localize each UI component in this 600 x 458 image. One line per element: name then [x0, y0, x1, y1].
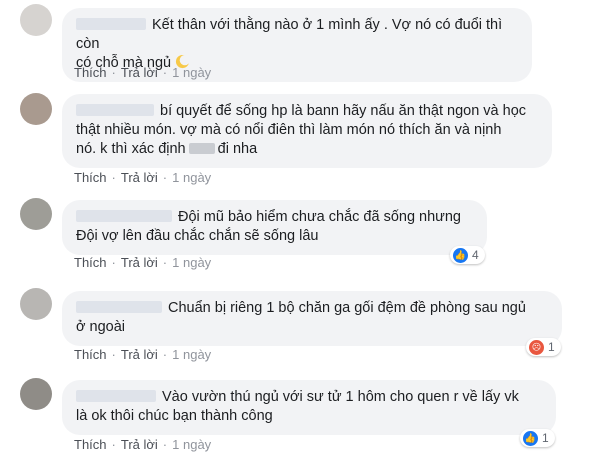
comment-actions: Thích · Trả lời · 1 ngày — [74, 437, 211, 452]
comment-time[interactable]: 1 ngày — [172, 255, 211, 270]
comment-time[interactable]: 1 ngày — [172, 65, 211, 80]
commenter-name[interactable] — [76, 301, 162, 313]
avatar[interactable] — [20, 4, 52, 36]
like-link[interactable]: Thích — [74, 437, 107, 452]
avatar[interactable] — [20, 93, 52, 125]
reaction-summary[interactable]: 👍 1 — [520, 429, 555, 447]
comment-actions: Thích · Trả lời · 1 ngày — [74, 65, 211, 80]
comment-text-line: đi nha — [217, 141, 258, 157]
comment-text-line: bí quyết để sống hp là bann hãy nấu ăn t… — [160, 103, 527, 119]
comment-time[interactable]: 1 ngày — [172, 437, 211, 452]
commenter-name[interactable] — [76, 104, 154, 116]
like-link[interactable]: Thích — [74, 170, 107, 185]
separator: · — [162, 437, 168, 452]
comment-bubble: Đội mũ bảo hiểm chưa chắc đã sống nhưng … — [62, 200, 487, 255]
comment-time[interactable]: 1 ngày — [172, 170, 211, 185]
like-link[interactable]: Thích — [74, 347, 107, 362]
reaction-count: 1 — [548, 340, 555, 354]
separator: · — [111, 437, 116, 452]
avatar[interactable] — [20, 378, 52, 410]
reaction-summary[interactable]: ☹ 1 — [526, 338, 561, 356]
reaction-count: 4 — [472, 248, 479, 262]
redacted-text — [188, 143, 215, 154]
reply-link[interactable]: Trả lời — [121, 170, 158, 185]
reply-link[interactable]: Trả lời — [121, 437, 158, 452]
comment-actions: Thích · Trả lời · 1 ngày — [74, 255, 211, 270]
comment-actions: Thích · Trả lời · 1 ngày — [74, 347, 211, 362]
reaction-summary[interactable]: 👍 4 — [450, 246, 485, 264]
comment-text-line: nó. k thì xác định — [76, 141, 186, 157]
reply-link[interactable]: Trả lời — [121, 65, 158, 80]
reply-link[interactable]: Trả lời — [121, 255, 158, 270]
comment-text-line: là ok thôi chúc bạn thành công — [76, 408, 273, 424]
commenter-name[interactable] — [76, 18, 146, 30]
separator: · — [162, 170, 168, 185]
separator: · — [111, 255, 116, 270]
commenter-name[interactable] — [76, 390, 156, 402]
separator: · — [162, 65, 168, 80]
comment-bubble: Vào vườn thú ngủ với sư tử 1 hôm cho que… — [62, 380, 556, 435]
like-icon: 👍 — [453, 247, 468, 263]
separator: · — [111, 65, 116, 80]
avatar[interactable] — [20, 198, 52, 230]
comment-time[interactable]: 1 ngày — [172, 347, 211, 362]
reaction-count: 1 — [542, 431, 549, 445]
comment-text-line: Đội mũ bảo hiểm chưa chắc đã sống nhưng — [178, 209, 461, 225]
comment-text-line: thật nhiều món. vợ mà có nổi điên thì là… — [76, 122, 502, 138]
like-link[interactable]: Thích — [74, 65, 107, 80]
angry-icon: ☹ — [529, 339, 544, 355]
avatar[interactable] — [20, 288, 52, 320]
separator: · — [111, 170, 116, 185]
separator: · — [111, 347, 116, 362]
separator: · — [162, 255, 168, 270]
commenter-name[interactable] — [76, 210, 172, 222]
comment-text-line: Chuẩn bị riêng 1 bộ chăn ga gối đệm đề p… — [168, 300, 526, 316]
like-icon: 👍 — [523, 430, 538, 446]
comment-text-line: ở ngoài — [76, 319, 126, 335]
comment-bubble: bí quyết để sống hp là bann hãy nấu ăn t… — [62, 94, 552, 168]
comment-text-line: Vào vườn thú ngủ với sư tử 1 hôm cho que… — [162, 389, 519, 405]
reply-link[interactable]: Trả lời — [121, 347, 158, 362]
comment-bubble: Chuẩn bị riêng 1 bộ chăn ga gối đệm đề p… — [62, 291, 562, 346]
comment-text-line: Đội vợ lên đầu chắc chắn sẽ sống lâu — [76, 228, 319, 244]
like-link[interactable]: Thích — [74, 255, 107, 270]
separator: · — [162, 347, 168, 362]
comment-actions: Thích · Trả lời · 1 ngày — [74, 170, 211, 185]
